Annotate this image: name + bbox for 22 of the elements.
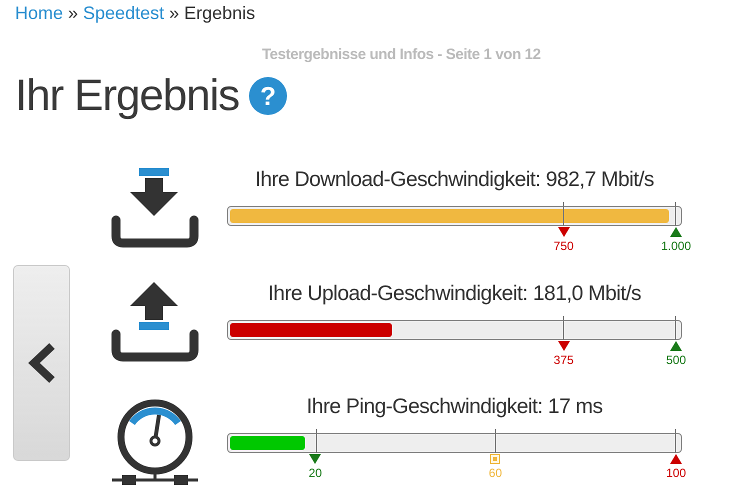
threshold-label: 100	[666, 466, 686, 480]
breadcrumb-current: Ergebnis	[184, 2, 256, 25]
breadcrumb-link[interactable]: Home	[15, 1, 64, 25]
previous-button[interactable]	[13, 265, 70, 461]
upload-icon	[110, 282, 200, 364]
threshold-label: 1.000	[661, 239, 692, 253]
breadcrumb-separator: »	[169, 2, 180, 25]
page-subtitle: Testergebnisse und Infos - Seite 1 von 12	[262, 46, 541, 63]
chevron-left-icon	[26, 342, 58, 384]
page-heading: Ihr Ergebnis	[15, 70, 240, 122]
download-icon	[110, 168, 200, 250]
help-icon[interactable]: ?	[249, 77, 288, 115]
threshold-label: 375	[554, 353, 574, 367]
threshold-label: 750	[554, 239, 574, 253]
threshold-label: 500	[666, 353, 686, 367]
threshold-label: 20	[308, 466, 322, 480]
result-title: Ihre Ping-Geschwindigkeit: 17 ms	[306, 395, 602, 418]
threshold-label: 60	[488, 466, 502, 480]
result-title: Ihre Upload-Geschwindigkeit: 181,0 Mbit/s	[268, 282, 641, 305]
breadcrumb-link[interactable]: Speedtest	[83, 1, 164, 25]
breadcrumb-separator: »	[68, 2, 78, 25]
result-title: Ihre Download-Geschwindigkeit: 982,7 Mbit/s	[255, 168, 654, 191]
